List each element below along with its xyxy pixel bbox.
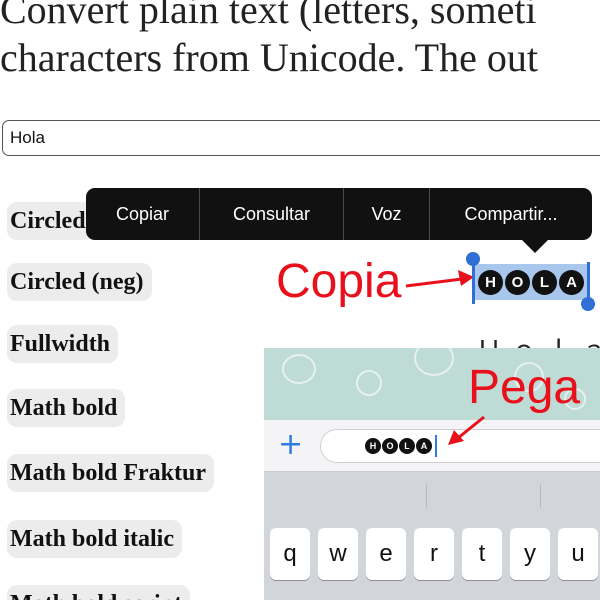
style-label-circled-neg: Circled (neg) xyxy=(7,263,152,301)
circled-letter: A xyxy=(559,269,584,295)
keyboard-suggestions-bar xyxy=(264,472,600,518)
key-r[interactable]: r xyxy=(414,528,454,580)
style-label-math-bold-fraktur: Math bold Fraktur xyxy=(7,454,215,492)
circled-letter: H xyxy=(478,269,503,295)
style-label-math-bold-script: Math bold script xyxy=(7,585,191,600)
message-composer: + H O L A xyxy=(264,420,600,472)
copy-arrow-icon xyxy=(405,270,474,288)
circled-letter: L xyxy=(532,269,557,295)
context-menu: Copiar Consultar Voz Compartir... xyxy=(86,188,592,240)
selection-end-knob[interactable] xyxy=(581,297,595,311)
style-label-fullwidth: Fullwidth xyxy=(7,325,119,363)
paste-annotation: Pega xyxy=(468,361,581,414)
intro-line-1: Convert plain text (letters, someti xyxy=(0,0,537,32)
intro-line-2: characters from Unicode. The out xyxy=(0,35,538,80)
menu-item-share[interactable]: Compartir... xyxy=(430,188,592,240)
key-y[interactable]: y xyxy=(510,528,550,580)
selection-start-handle[interactable] xyxy=(472,262,475,304)
key-e[interactable]: e xyxy=(366,528,406,580)
circled-neg-output[interactable]: H O L A xyxy=(474,264,588,300)
style-label-math-bold: Math bold xyxy=(7,389,126,427)
circled-letter: O xyxy=(505,269,530,295)
menu-item-lookup[interactable]: Consultar xyxy=(200,188,344,240)
style-label-math-bold-italic: Math bold italic xyxy=(7,520,183,558)
menu-item-speak[interactable]: Voz xyxy=(344,188,430,240)
pasted-circled-letter: A xyxy=(416,438,432,454)
context-menu-pointer xyxy=(521,239,549,253)
pasted-circled-letter: O xyxy=(382,438,398,454)
key-t[interactable]: t xyxy=(462,528,502,580)
intro-paragraph: Convert plain text (letters, someti char… xyxy=(0,0,600,82)
keyboard-row: q w e r t y u xyxy=(270,528,598,580)
text-input[interactable] xyxy=(2,120,600,156)
pasted-circled-letter: H xyxy=(365,438,381,454)
pasted-circled-letter: L xyxy=(399,438,415,454)
text-caret xyxy=(435,435,437,457)
style-label-circled: Circled xyxy=(7,202,94,240)
selection-start-knob[interactable] xyxy=(466,252,480,266)
plus-icon[interactable]: + xyxy=(278,426,303,464)
menu-item-copy[interactable]: Copiar xyxy=(86,188,200,240)
key-u[interactable]: u xyxy=(558,528,598,580)
copy-annotation: Copia xyxy=(276,255,402,308)
paste-arrow-icon xyxy=(448,415,485,445)
key-q[interactable]: q xyxy=(270,528,310,580)
key-w[interactable]: w xyxy=(318,528,358,580)
